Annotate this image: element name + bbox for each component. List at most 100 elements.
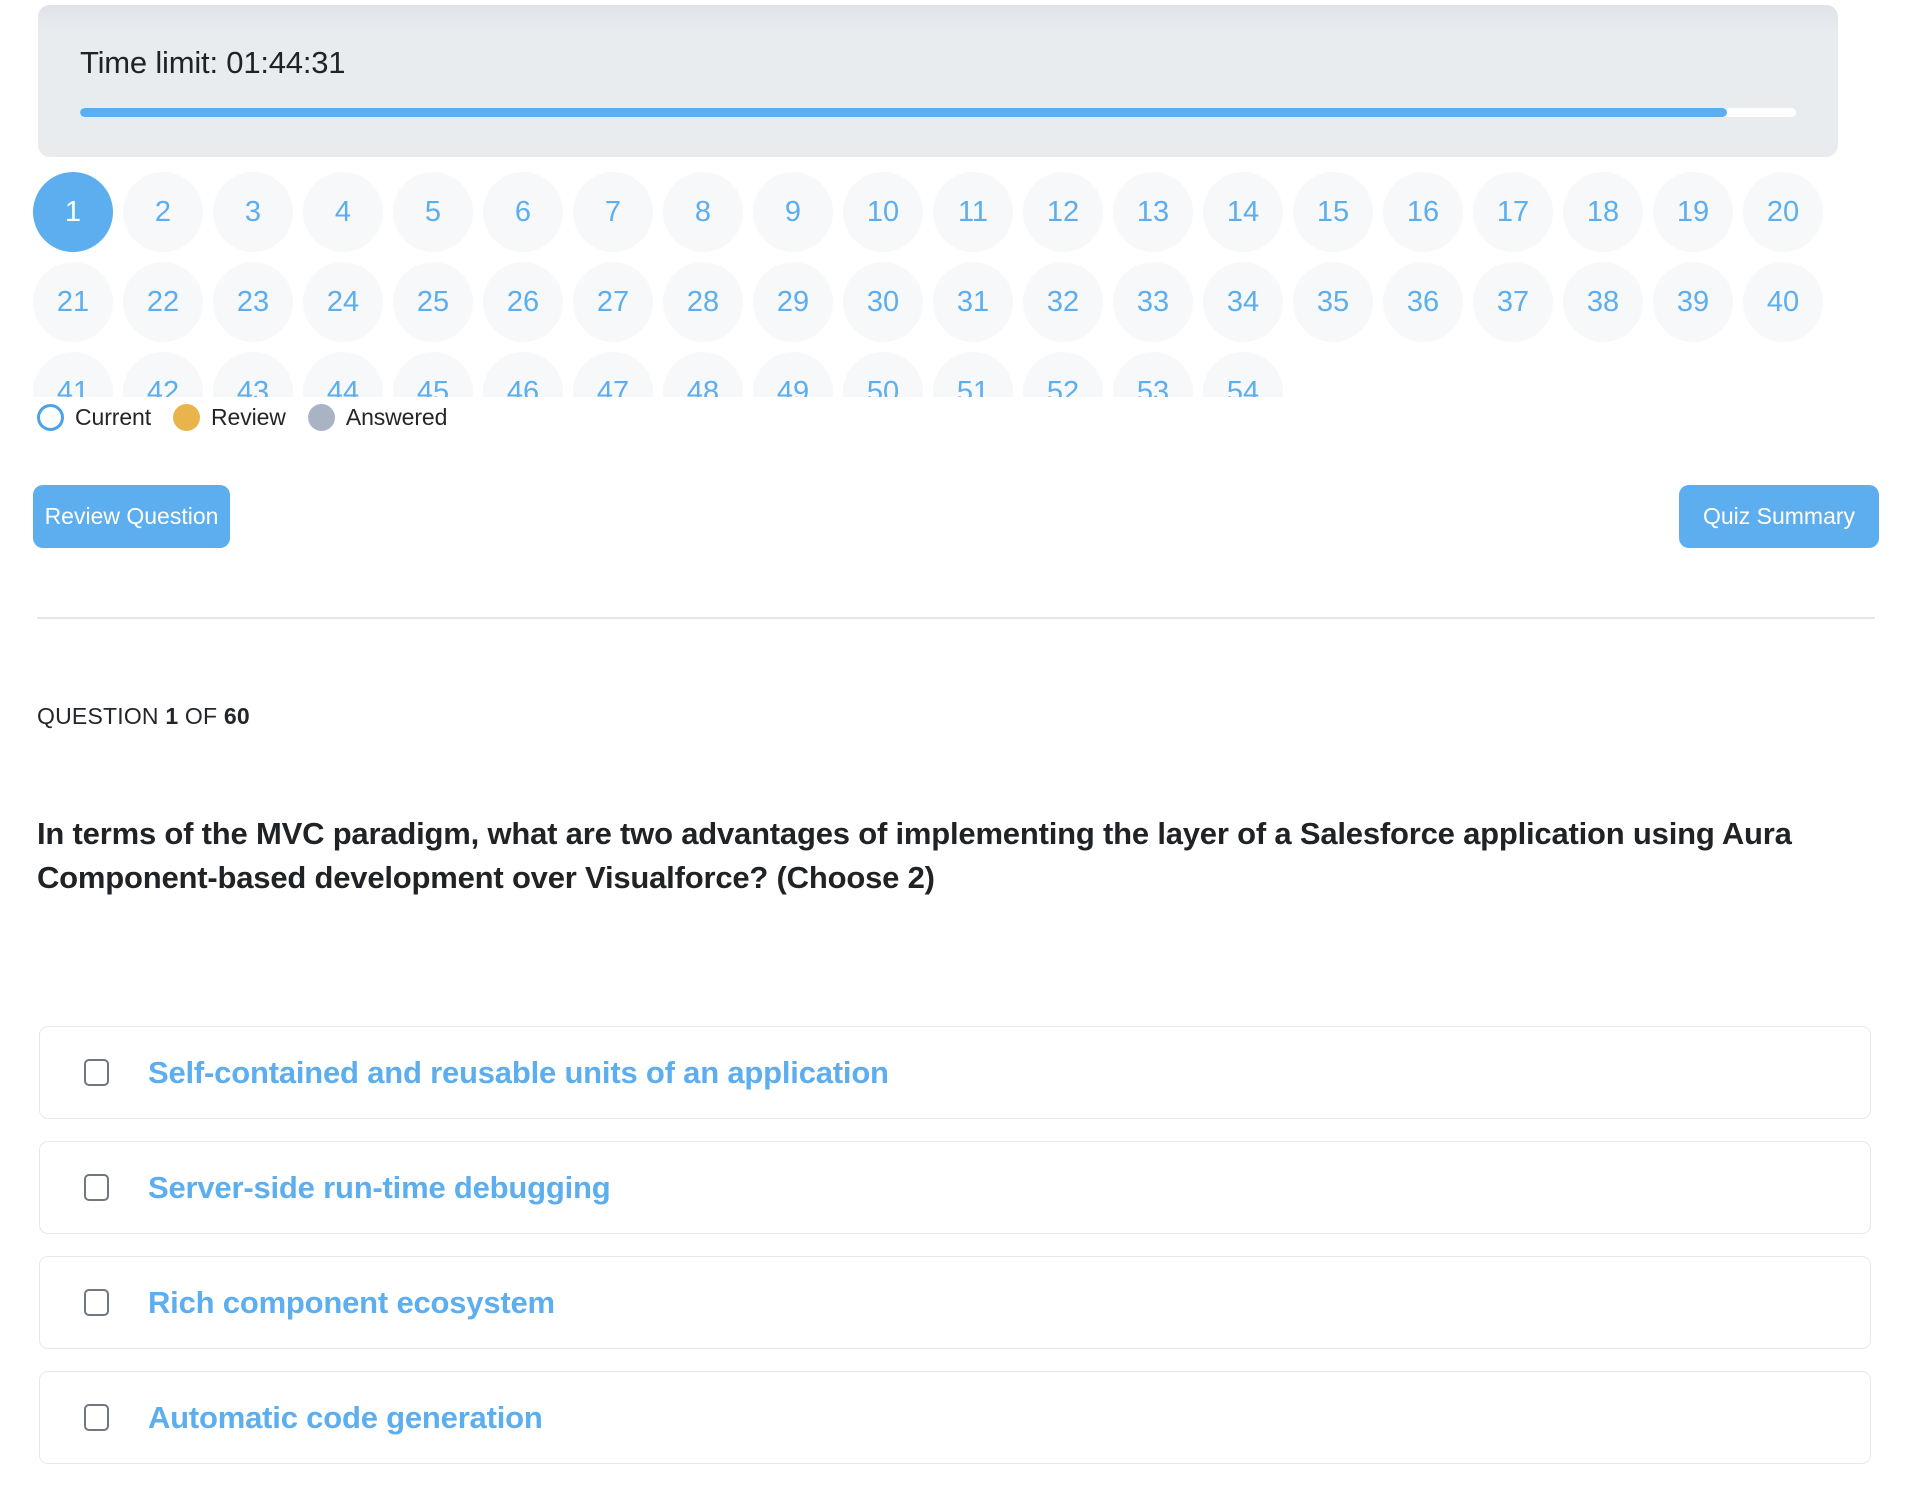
- question-bubble-label: 25: [416, 285, 450, 318]
- question-bubble-12[interactable]: 12: [1023, 172, 1103, 252]
- question-bubble-25[interactable]: 25: [393, 262, 473, 342]
- question-bubble-7[interactable]: 7: [573, 172, 653, 252]
- question-bubble-36[interactable]: 36: [1383, 262, 1463, 342]
- question-bubble-label: 7: [604, 195, 622, 228]
- question-bubble-50[interactable]: 50: [843, 352, 923, 397]
- question-bubble-22[interactable]: 22: [123, 262, 203, 342]
- question-bubble-label: 4: [334, 195, 352, 228]
- question-bubble-45[interactable]: 45: [393, 352, 473, 397]
- question-bubble-51[interactable]: 51: [933, 352, 1013, 397]
- question-bubble-label: 17: [1496, 195, 1530, 228]
- question-bubble-32[interactable]: 32: [1023, 262, 1103, 342]
- answer-option-label: Rich component ecosystem: [148, 1285, 555, 1320]
- quiz-page: Time limit: 01:44:31 1 2 3 4 5 6 7 8 9 10 11 12 13 14…: [0, 0, 1910, 1464]
- question-bubble-34[interactable]: 34: [1203, 262, 1283, 342]
- question-bubble-label: 44: [326, 375, 360, 398]
- question-bubble-5[interactable]: 5: [393, 172, 473, 252]
- question-bubble-31[interactable]: 31: [933, 262, 1013, 342]
- question-text: In terms of the MVC paradigm, what are t…: [37, 816, 1792, 896]
- question-bubble-47[interactable]: 47: [573, 352, 653, 397]
- answer-option-4[interactable]: Automatic code generation: [39, 1371, 1871, 1464]
- question-bubble-37[interactable]: 37: [1473, 262, 1553, 342]
- question-bubble-label: 36: [1406, 285, 1440, 318]
- question-bubble-label: 51: [956, 375, 990, 398]
- question-bubble-9[interactable]: 9: [753, 172, 833, 252]
- legend-item-answered: Answered: [307, 404, 447, 431]
- question-bubble-label: 14: [1226, 195, 1260, 228]
- question-bubble-15[interactable]: 15: [1293, 172, 1373, 252]
- question-bubble-29[interactable]: 29: [753, 262, 833, 342]
- answer-option-1[interactable]: Self-contained and reusable units of an …: [39, 1026, 1871, 1119]
- question-bubble-label: 30: [866, 285, 900, 318]
- question-bubble-label: 23: [236, 285, 270, 318]
- section-divider: [37, 617, 1875, 619]
- answer-option-checkbox[interactable]: [84, 1174, 109, 1201]
- question-bubble-39[interactable]: 39: [1653, 262, 1733, 342]
- question-bubble-8[interactable]: 8: [663, 172, 743, 252]
- question-bubble-10[interactable]: 10: [843, 172, 923, 252]
- question-bubble-19[interactable]: 19: [1653, 172, 1733, 252]
- question-bubble-6[interactable]: 6: [483, 172, 563, 252]
- question-counter: QUESTION 1 OF 60: [37, 703, 250, 730]
- question-bubble-label: 49: [776, 375, 810, 398]
- question-bubble-20[interactable]: 20: [1743, 172, 1823, 252]
- answer-option-label: Self-contained and reusable units of an …: [148, 1055, 889, 1090]
- question-bubble-11[interactable]: 11: [933, 172, 1013, 252]
- question-bubble-label: 13: [1136, 195, 1170, 228]
- question-bubble-38[interactable]: 38: [1563, 262, 1643, 342]
- question-bubble-27[interactable]: 27: [573, 262, 653, 342]
- question-bubble-42[interactable]: 42: [123, 352, 203, 397]
- question-bubble-label: 50: [866, 375, 900, 398]
- question-bubble-33[interactable]: 33: [1113, 262, 1193, 342]
- time-progress-fill: [80, 108, 1728, 117]
- legend-label: Review: [211, 404, 286, 430]
- answer-option-3[interactable]: Rich component ecosystem: [39, 1256, 1871, 1349]
- question-bubble-53[interactable]: 53: [1113, 352, 1193, 397]
- question-bubble-28[interactable]: 28: [663, 262, 743, 342]
- question-bubble-3[interactable]: 3: [213, 172, 293, 252]
- question-bubble-48[interactable]: 48: [663, 352, 743, 397]
- question-bubble-label: 2: [154, 195, 172, 228]
- question-bubble-16[interactable]: 16: [1383, 172, 1463, 252]
- question-bubble-46[interactable]: 46: [483, 352, 563, 397]
- question-bubble-label: 6: [514, 195, 532, 228]
- question-bubble-14[interactable]: 14: [1203, 172, 1283, 252]
- question-bubble-41[interactable]: 41: [33, 352, 113, 397]
- question-bubble-13[interactable]: 13: [1113, 172, 1193, 252]
- question-bubble-54[interactable]: 54: [1203, 352, 1283, 397]
- question-bubble-52[interactable]: 52: [1023, 352, 1103, 397]
- question-bubble-1[interactable]: 1: [33, 172, 113, 252]
- question-bubble-2[interactable]: 2: [123, 172, 203, 252]
- review-question-button[interactable]: Review Question: [33, 485, 230, 548]
- answer-option-checkbox[interactable]: [84, 1404, 109, 1431]
- legend-review-icon: [173, 404, 200, 431]
- question-bubble-43[interactable]: 43: [213, 352, 293, 397]
- question-counter-total: 60: [223, 703, 250, 729]
- question-bubble-23[interactable]: 23: [213, 262, 293, 342]
- question-bubble-4[interactable]: 4: [303, 172, 383, 252]
- question-bubble-label: 22: [146, 285, 180, 318]
- question-bubble-40[interactable]: 40: [1743, 262, 1823, 342]
- question-bubble-21[interactable]: 21: [33, 262, 113, 342]
- legend-label: Current: [75, 404, 151, 430]
- question-bubble-label: 54: [1226, 375, 1260, 398]
- question-bubble-17[interactable]: 17: [1473, 172, 1553, 252]
- question-bubble-30[interactable]: 30: [843, 262, 923, 342]
- quiz-summary-button[interactable]: Quiz Summary: [1679, 485, 1879, 548]
- question-bubble-35[interactable]: 35: [1293, 262, 1373, 342]
- time-progress-track: [80, 108, 1796, 117]
- question-counter-prefix: QUESTION: [37, 703, 166, 729]
- question-bubble-26[interactable]: 26: [483, 262, 563, 342]
- question-bubble-44[interactable]: 44: [303, 352, 383, 397]
- question-bubble-label: 8: [694, 195, 712, 228]
- answer-option-checkbox[interactable]: [84, 1289, 109, 1316]
- question-counter-number: 1: [165, 703, 179, 729]
- answer-option-checkbox[interactable]: [84, 1059, 109, 1086]
- question-bubble-label: 32: [1046, 285, 1080, 318]
- answer-option-2[interactable]: Server-side run-time debugging: [39, 1141, 1871, 1234]
- question-bubble-18[interactable]: 18: [1563, 172, 1643, 252]
- question-bubble-24[interactable]: 24: [303, 262, 383, 342]
- legend-item-current: Current: [37, 404, 151, 431]
- question-bubble-label: 18: [1586, 195, 1620, 228]
- question-bubble-49[interactable]: 49: [753, 352, 833, 397]
